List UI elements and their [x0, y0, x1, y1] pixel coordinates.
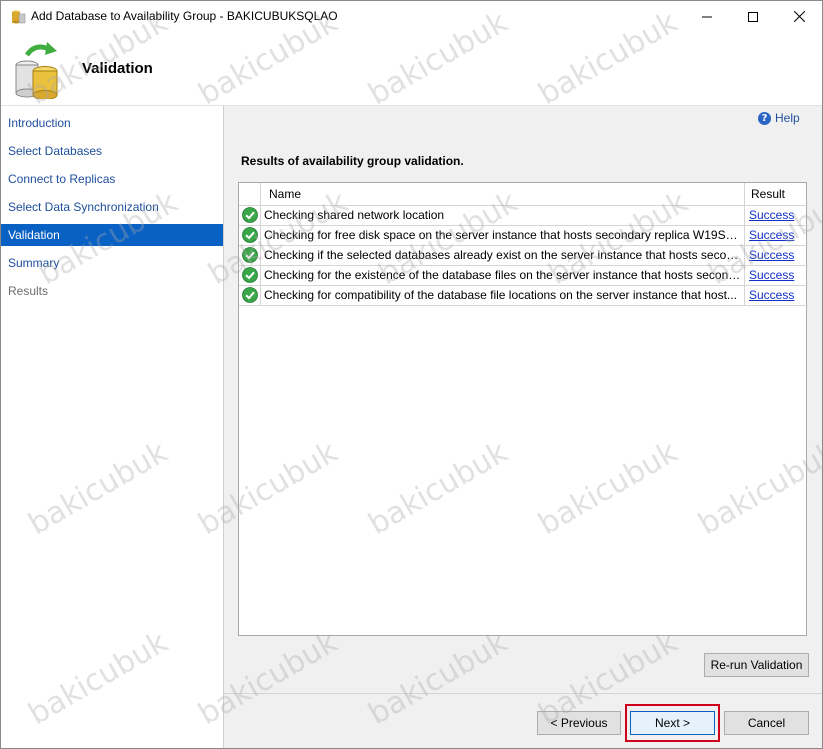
row-name: Checking shared network location [264, 208, 445, 222]
row-result-link[interactable]: Success [749, 265, 794, 285]
grid-header: Name Result [239, 183, 808, 206]
nav-item-summary[interactable]: Summary [1, 252, 223, 274]
help-link[interactable]: ? Help [758, 111, 800, 125]
status-cell [239, 225, 261, 245]
status-cell [239, 265, 261, 285]
help-label: Help [775, 111, 800, 125]
close-button[interactable] [776, 1, 822, 32]
nav-item-results: Results [8, 284, 49, 298]
status-cell [239, 245, 261, 265]
footer-divider [224, 693, 822, 694]
success-check-icon [241, 207, 258, 223]
column-separator [744, 285, 745, 305]
minimize-icon [702, 16, 712, 17]
status-cell [239, 205, 261, 225]
column-separator [744, 183, 745, 205]
nav-item-select-data-synchronization[interactable]: Select Data Synchronization [1, 196, 223, 218]
validation-results-grid: Name Result Checking shared network loca… [238, 182, 808, 636]
help-icon: ? [758, 111, 771, 125]
page-title: Validation [82, 60, 153, 77]
table-row[interactable]: Checking shared network location Success [239, 205, 808, 226]
cancel-button[interactable]: Cancel [724, 711, 809, 735]
row-result-link[interactable]: Success [749, 285, 794, 305]
nav-item-select-databases[interactable]: Select Databases [1, 140, 223, 162]
success-check-icon [241, 267, 258, 283]
column-separator [260, 183, 261, 205]
row-name: Checking if the selected databases alrea… [264, 248, 744, 262]
table-row[interactable]: Checking if the selected databases alrea… [239, 245, 808, 266]
column-separator [744, 245, 745, 265]
column-separator [744, 205, 745, 225]
column-separator [744, 265, 745, 285]
main-panel: ? Help Results of availability group val… [224, 106, 822, 748]
column-header-name[interactable]: Name [269, 183, 301, 205]
nav-item-connect-to-replicas[interactable]: Connect to Replicas [1, 168, 223, 190]
previous-button[interactable]: < Previous [537, 711, 621, 735]
wizard-nav: Introduction Select Databases Connect to… [1, 106, 224, 748]
success-check-icon [241, 227, 258, 243]
success-check-icon [241, 287, 258, 303]
wizard-window: Add Database to Availability Group - BAK… [0, 0, 823, 749]
database-sync-icon [15, 42, 58, 99]
row-result-link[interactable]: Success [749, 225, 794, 245]
app-icon [12, 10, 26, 24]
table-row[interactable]: Checking for compatibility of the databa… [239, 285, 808, 306]
column-header-result[interactable]: Result [751, 183, 785, 205]
next-button[interactable]: Next > [630, 711, 715, 735]
close-icon [793, 11, 805, 22]
maximize-icon [748, 11, 758, 22]
success-check-icon [241, 247, 258, 263]
minimize-button[interactable] [684, 1, 730, 32]
table-row[interactable]: Checking for free disk space on the serv… [239, 225, 808, 246]
row-name: Checking for compatibility of the databa… [264, 288, 737, 302]
row-result-link[interactable]: Success [749, 205, 794, 225]
row-result-link[interactable]: Success [749, 245, 794, 265]
row-name: Checking for free disk space on the serv… [264, 228, 744, 242]
table-row[interactable]: Checking for the existence of the databa… [239, 265, 808, 286]
page-header: Validation [1, 32, 822, 106]
row-name: Checking for the existence of the databa… [264, 268, 744, 282]
window-title: Add Database to Availability Group - BAK… [31, 9, 338, 23]
section-title: Results of availability group validation… [241, 154, 464, 168]
column-separator [744, 225, 745, 245]
nav-item-validation[interactable]: Validation [1, 224, 223, 246]
nav-item-introduction[interactable]: Introduction [1, 112, 223, 134]
rerun-validation-button[interactable]: Re-run Validation [704, 653, 809, 677]
title-bar: Add Database to Availability Group - BAK… [1, 1, 822, 32]
maximize-button[interactable] [730, 1, 776, 32]
status-cell [239, 285, 261, 305]
